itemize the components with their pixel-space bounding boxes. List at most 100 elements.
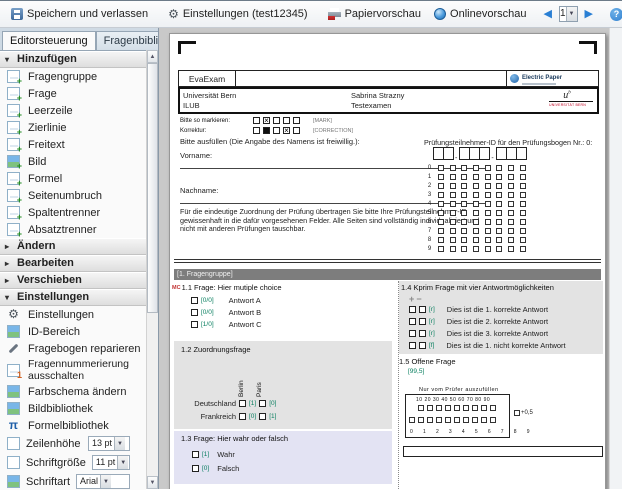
page-break-add-icon: + [7,189,20,202]
remove-answer-button[interactable]: − [416,294,421,304]
id-grid-digit: 3 [426,192,433,198]
paper-checkbox [508,237,514,243]
id-grid-digit: 4 [426,201,433,207]
sidebar-item-formel[interactable]: + Formel [0,170,146,187]
paper-checkbox [409,306,416,313]
sidebar-item-fragebogen-reparieren[interactable]: Fragebogen reparieren [0,340,146,357]
sidebar-item-id-bereich[interactable]: ID-Bereich [0,323,146,340]
id-grid-row: 6 [426,217,526,226]
help-button[interactable]: ? Hilfe [607,6,622,23]
scroll-up-icon[interactable]: ▲ [147,50,158,63]
paper-checkbox [508,219,514,225]
preview-scrollbar[interactable] [609,28,622,489]
section-verschieben[interactable]: ▸ Verschieben [0,272,146,289]
paper-checkbox [273,117,280,124]
paper-checkbox [473,237,479,243]
sidebar-item-bildbibliothek[interactable]: Bildbibliothek [0,400,146,417]
sidebar-item-fragennummerierung[interactable]: 1 Fragennummerierung ausschalten [0,357,146,383]
paper-checkbox [508,165,514,171]
gear-icon: ⚙ [7,308,20,321]
kprim-add-remove: + − [409,295,422,304]
gears-icon: ⚙ [168,8,179,20]
paper-checkbox [191,309,198,316]
paper-preview-label: Papiervorschau [345,8,421,20]
question-group-bar[interactable]: [1. Fragengruppe] [174,269,601,280]
paper-checkbox [450,192,456,198]
sidebar-scrollbar-thumb[interactable] [147,63,158,313]
paper-checkbox [514,410,520,416]
paper-checkbox [191,297,198,304]
font-family-select[interactable]: Arial ▼ [76,474,130,489]
paper-checkbox [283,117,290,124]
paper-checkbox [461,246,467,252]
section-einstellungen[interactable]: ▾ Einstellungen [0,289,146,306]
tab-editorsteuerung[interactable]: Editorsteuerung [2,31,96,50]
sidebar-item-einstellungen[interactable]: ⚙ Einstellungen [0,306,146,323]
section-bearbeiten[interactable]: ▸ Bearbeiten [0,255,146,272]
next-page-button[interactable]: ▶ [585,9,593,20]
vendor-logo-name: Electric Paper [522,75,562,81]
paper-checkbox [508,201,514,207]
section-hinzufuegen[interactable]: ▾ Hinzufügen [0,51,146,68]
preview-pane: EvaExam Electric Paper Universität Bern … [158,28,622,489]
chevron-down-icon[interactable]: ▼ [566,7,577,21]
paper-checkbox [520,228,526,234]
question-1-4-block[interactable]: 1.4Kprim Frage mit vier Antwortmöglichke… [399,281,603,354]
grader-ones-labels: 0 1 2 3 4 5 6 7 8 9 [410,429,534,435]
sidebar-item-leerzeile[interactable]: + Leerzeile [0,102,146,119]
id-write-cell [516,147,527,160]
question-1-2-block[interactable]: 1.2Zuordnungsfrage Berlin Paris Deutschl… [174,341,392,429]
id-grid-group [438,219,456,225]
paper-checkbox [192,465,199,472]
paper-checkbox [253,127,260,134]
id-grid-group [496,228,526,234]
paper-checkbox [485,237,491,243]
sidebar-item-spaltentrenner[interactable]: + Spaltentrenner [0,204,146,221]
brand-label: EvaExam [179,71,236,86]
id-grid-group [496,183,526,189]
sidebar-item-bild[interactable]: + Bild [0,153,146,170]
sidebar-item-formelbibliothek[interactable]: π Formelbibliothek [0,417,146,434]
paper-checkbox [461,183,467,189]
sidebar-item-farbschema[interactable]: Farbschema ändern [0,383,146,400]
paper-checkbox [461,192,467,198]
settings-button[interactable]: ⚙ Einstellungen (test12345) [165,6,311,22]
paper-checkbox [496,165,502,171]
previous-page-button[interactable]: ◀ [543,9,551,20]
sidebar-scrollbar[interactable]: ▲ ▼ [146,50,158,489]
sidebar-item-absatztrenner[interactable]: + Absatztrenner [0,221,146,238]
paper-checkbox [427,417,433,423]
scroll-down-icon[interactable]: ▼ [147,476,158,489]
online-preview-button[interactable]: Onlinevorschau [431,6,529,22]
paper-checkbox [520,246,526,252]
question-1-1-title[interactable]: MC1.1Frage: Hier mutiple choice [172,283,282,292]
sidebar-item-frage[interactable]: + Frage [0,85,146,102]
id-grid-group [496,210,526,216]
sidebar-content: ▾ Hinzufügen + Fragengruppe + Frage + Le… [0,50,146,490]
paper-checkbox [253,117,260,124]
paper-checkbox [481,405,487,411]
add-answer-button[interactable]: + [409,294,414,304]
paper-preview-button[interactable]: Papiervorschau [325,6,424,22]
question-1-3-block[interactable]: 1.3Frage: Hier wahr oder falsch [1] Wahr… [174,431,392,484]
line-height-icon [7,437,20,450]
id-grid-group [438,192,456,198]
sidebar-item-fragengruppe[interactable]: + Fragengruppe [0,68,146,85]
sidebar-item-seitenumbruch[interactable]: + Seitenumbruch [0,187,146,204]
font-size-select[interactable]: 11 pt ▼ [92,455,130,470]
sidebar-item-zierlinie[interactable]: + Zierlinie [0,119,146,136]
first-name-label: Vorname: [180,151,212,160]
sidebar-item-freitext[interactable]: + Freitext [0,136,146,153]
paper-checkbox [438,192,444,198]
section-aendern[interactable]: ▸ Ändern [0,238,146,255]
online-preview-label: Onlinevorschau [450,8,526,20]
question-1-5-title[interactable]: 1.5Offene Frage [399,357,456,366]
id-grid-group [496,201,526,207]
save-and-exit-button[interactable]: Speichern und verlassen [8,6,151,22]
id-grid-group [496,246,526,252]
page-select[interactable]: 1 ▼ [559,6,578,22]
vendor-logo-tagline [522,83,556,85]
id-grid-row: 4 [426,199,526,208]
formula-add-icon: + [7,172,20,185]
line-height-select[interactable]: 13 pt ▼ [88,436,130,451]
